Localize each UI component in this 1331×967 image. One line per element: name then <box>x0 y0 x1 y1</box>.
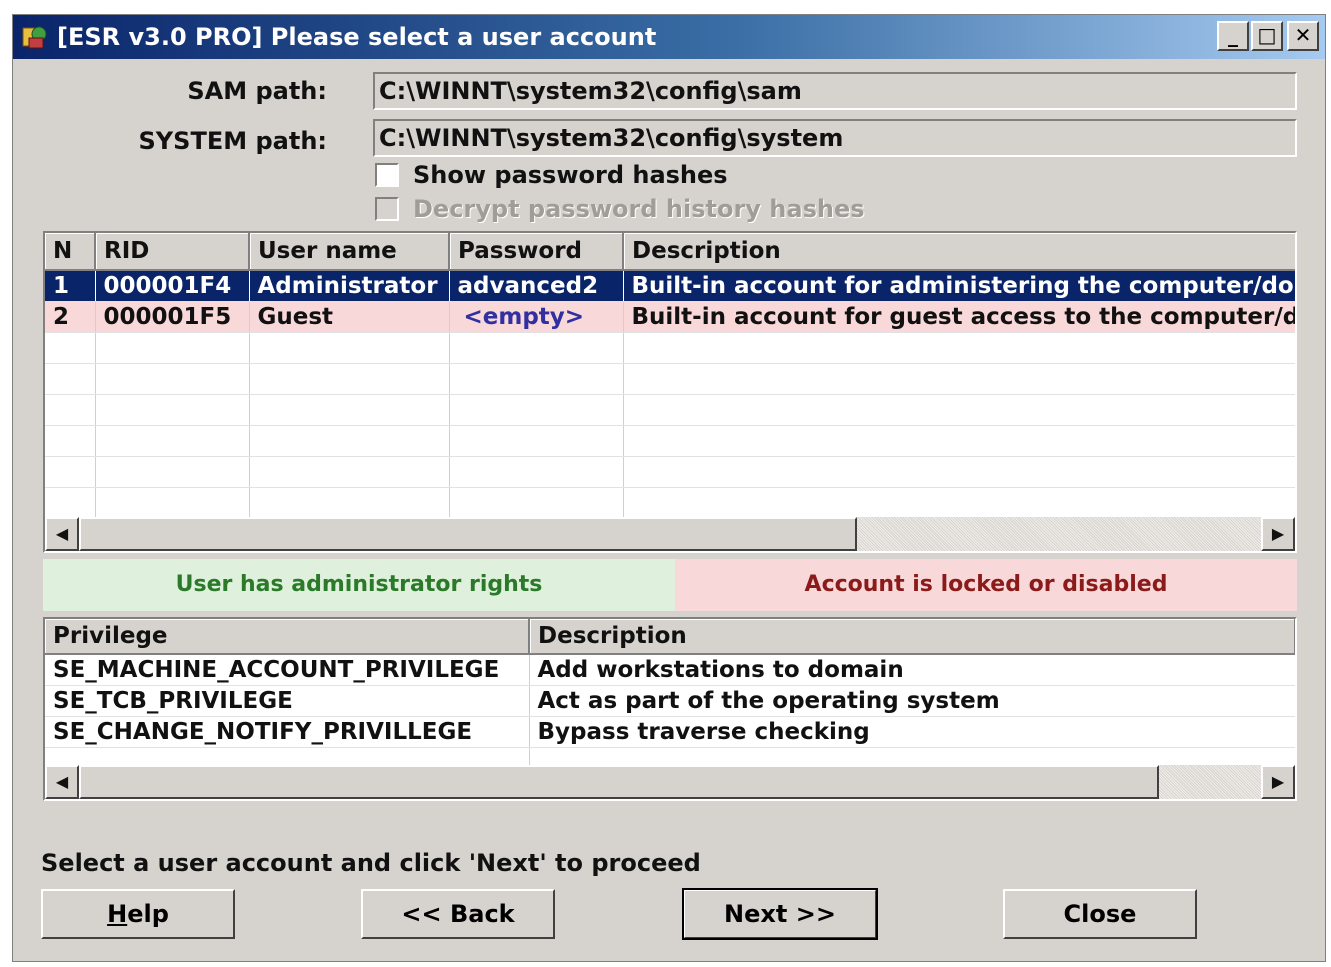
close-button[interactable]: Close <box>1003 889 1197 939</box>
empty-row <box>45 747 1295 765</box>
cell-username: Guest <box>249 301 450 333</box>
column-header-n[interactable]: N <box>45 233 96 271</box>
column-header-password[interactable]: Password <box>449 233 624 271</box>
scroll-right-arrow-icon[interactable]: ▶ <box>1261 517 1295 551</box>
empty-row <box>45 425 1295 457</box>
scroll-left-arrow-icon[interactable]: ◀ <box>45 517 79 551</box>
cell-priv-description: Add workstations to domain <box>529 654 1295 686</box>
user-row-administrator[interactable]: 1 000001F4 Administrator advanced2 Built… <box>45 270 1295 302</box>
column-header-username[interactable]: User name <box>249 233 450 271</box>
privileges-table: Privilege Description SE_MACHINE_ACCOUNT… <box>45 619 1295 765</box>
user-accounts-table: N RID User name Password Description 1 0… <box>45 233 1295 517</box>
cell-rid: 000001F4 <box>95 270 250 302</box>
title-bar[interactable]: [ESR v3.0 PRO] Please select a user acco… <box>13 15 1325 59</box>
column-header-priv-description[interactable]: Description <box>529 619 1295 655</box>
empty-row <box>45 332 1295 364</box>
app-icon <box>19 22 49 52</box>
cell-password: advanced2 <box>449 270 624 302</box>
cell-description: Built-in account for guest access to the… <box>623 301 1295 333</box>
column-header-privilege[interactable]: Privilege <box>45 619 530 655</box>
admin-rights-legend: User has administrator rights <box>43 559 675 611</box>
cell-rid: 000001F5 <box>95 301 250 333</box>
decrypt-history-checkbox <box>375 197 399 221</box>
maximize-button[interactable]: □ <box>1251 21 1283 51</box>
cell-n: 1 <box>45 270 96 302</box>
column-header-rid[interactable]: RID <box>95 233 250 271</box>
privilege-row[interactable]: SE_CHANGE_NOTIFY_PRIVILLEGE Bypass trave… <box>45 716 1295 748</box>
empty-row <box>45 363 1295 395</box>
user-accounts-grid[interactable]: N RID User name Password Description 1 0… <box>43 231 1297 553</box>
back-button[interactable]: << Back <box>361 889 555 939</box>
close-window-button[interactable]: ✕ <box>1287 21 1319 51</box>
minimize-button[interactable]: _ <box>1217 21 1249 51</box>
user-row-guest[interactable]: 2 000001F5 Guest <empty> Built-in accoun… <box>45 301 1295 333</box>
empty-row <box>45 394 1295 426</box>
users-horizontal-scrollbar[interactable]: ◀ ▶ <box>45 517 1295 551</box>
system-path-field[interactable]: C:\WINNT\system32\config\system <box>373 119 1297 157</box>
privileges-scroll-thumb[interactable] <box>79 765 1159 799</box>
empty-row <box>45 487 1295 517</box>
decrypt-history-label: Decrypt password history hashes <box>413 195 865 223</box>
scroll-right-arrow-icon[interactable]: ▶ <box>1261 765 1295 799</box>
show-hashes-label: Show password hashes <box>413 161 728 189</box>
privileges-horizontal-scrollbar[interactable]: ◀ ▶ <box>45 765 1295 799</box>
esr-dialog-window: [ESR v3.0 PRO] Please select a user acco… <box>12 14 1326 962</box>
cell-priv-description: Act as part of the operating system <box>529 685 1295 717</box>
sam-path-field[interactable]: C:\WINNT\system32\config\sam <box>373 72 1297 110</box>
help-button[interactable]: Help <box>41 889 235 939</box>
cell-privilege: SE_CHANGE_NOTIFY_PRIVILLEGE <box>45 716 530 748</box>
locked-account-legend: Account is locked or disabled <box>675 559 1297 611</box>
cell-priv-description: Bypass traverse checking <box>529 716 1295 748</box>
empty-row <box>45 456 1295 488</box>
show-hashes-checkbox[interactable] <box>375 163 399 187</box>
privilege-row[interactable]: SE_MACHINE_ACCOUNT_PRIVILEGE Add worksta… <box>45 654 1295 686</box>
users-scroll-thumb[interactable] <box>79 517 857 551</box>
cell-privilege: SE_MACHINE_ACCOUNT_PRIVILEGE <box>45 654 530 686</box>
cell-n: 2 <box>45 301 96 333</box>
cell-password: <empty> <box>449 301 624 333</box>
instruction-text: Select a user account and click 'Next' t… <box>41 849 701 877</box>
window-title: [ESR v3.0 PRO] Please select a user acco… <box>57 23 657 51</box>
next-button[interactable]: Next >> <box>682 888 878 940</box>
cell-privilege: SE_TCB_PRIVILEGE <box>45 685 530 717</box>
system-path-label: SYSTEM path: <box>138 127 327 155</box>
column-header-description[interactable]: Description <box>623 233 1295 271</box>
privileges-grid[interactable]: Privilege Description SE_MACHINE_ACCOUNT… <box>43 617 1297 801</box>
cell-username: Administrator <box>249 270 450 302</box>
privilege-row[interactable]: SE_TCB_PRIVILEGE Act as part of the oper… <box>45 685 1295 717</box>
sam-path-label: SAM path: <box>187 77 327 105</box>
scroll-left-arrow-icon[interactable]: ◀ <box>45 765 79 799</box>
cell-description: Built-in account for administering the c… <box>623 270 1295 302</box>
